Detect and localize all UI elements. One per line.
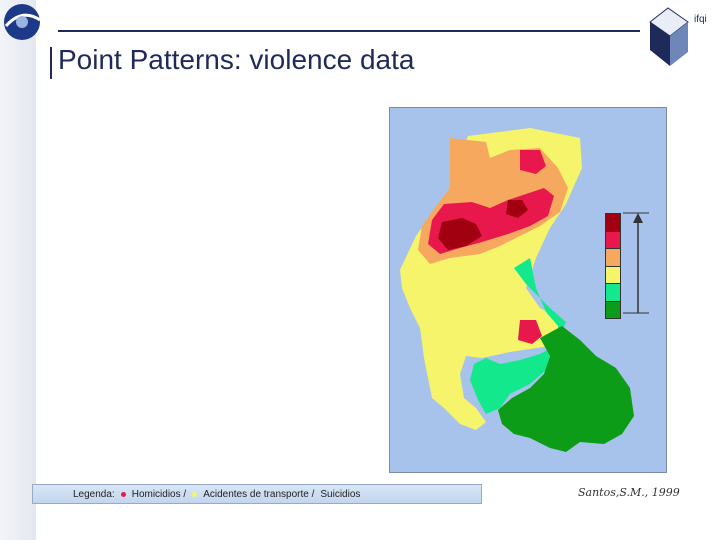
scale-cell bbox=[606, 231, 620, 249]
scale-cell bbox=[606, 301, 620, 318]
left-decorative-strip bbox=[0, 0, 36, 540]
title-accent-bar bbox=[50, 47, 52, 79]
homicide-dot-icon bbox=[120, 491, 126, 497]
legend-item-suicides: Suicidios bbox=[320, 488, 361, 500]
legend-strip: Legenda: Homicidios / Acidentes de trans… bbox=[32, 484, 482, 504]
scale-cell bbox=[606, 266, 620, 284]
legend-item-transport: Acidentes de transporte / bbox=[203, 488, 315, 500]
header-rule bbox=[58, 30, 640, 32]
brand-text: ifqi bbox=[694, 14, 707, 25]
legend-item-homicides: Homicidios / bbox=[131, 488, 187, 500]
inpe-logo bbox=[4, 4, 41, 40]
scale-cell bbox=[606, 249, 620, 267]
legend-label: Legenda: bbox=[73, 488, 115, 500]
page-title: Point Patterns: violence data bbox=[58, 44, 415, 75]
source-citation: Santos,S.M., 1999 bbox=[578, 486, 680, 499]
color-scale bbox=[605, 213, 621, 319]
cube-logo bbox=[649, 7, 689, 66]
transport-dot-icon bbox=[192, 491, 198, 497]
arrow-up-icon bbox=[623, 212, 649, 314]
scale-cell bbox=[606, 284, 620, 302]
scale-cell bbox=[606, 214, 620, 232]
